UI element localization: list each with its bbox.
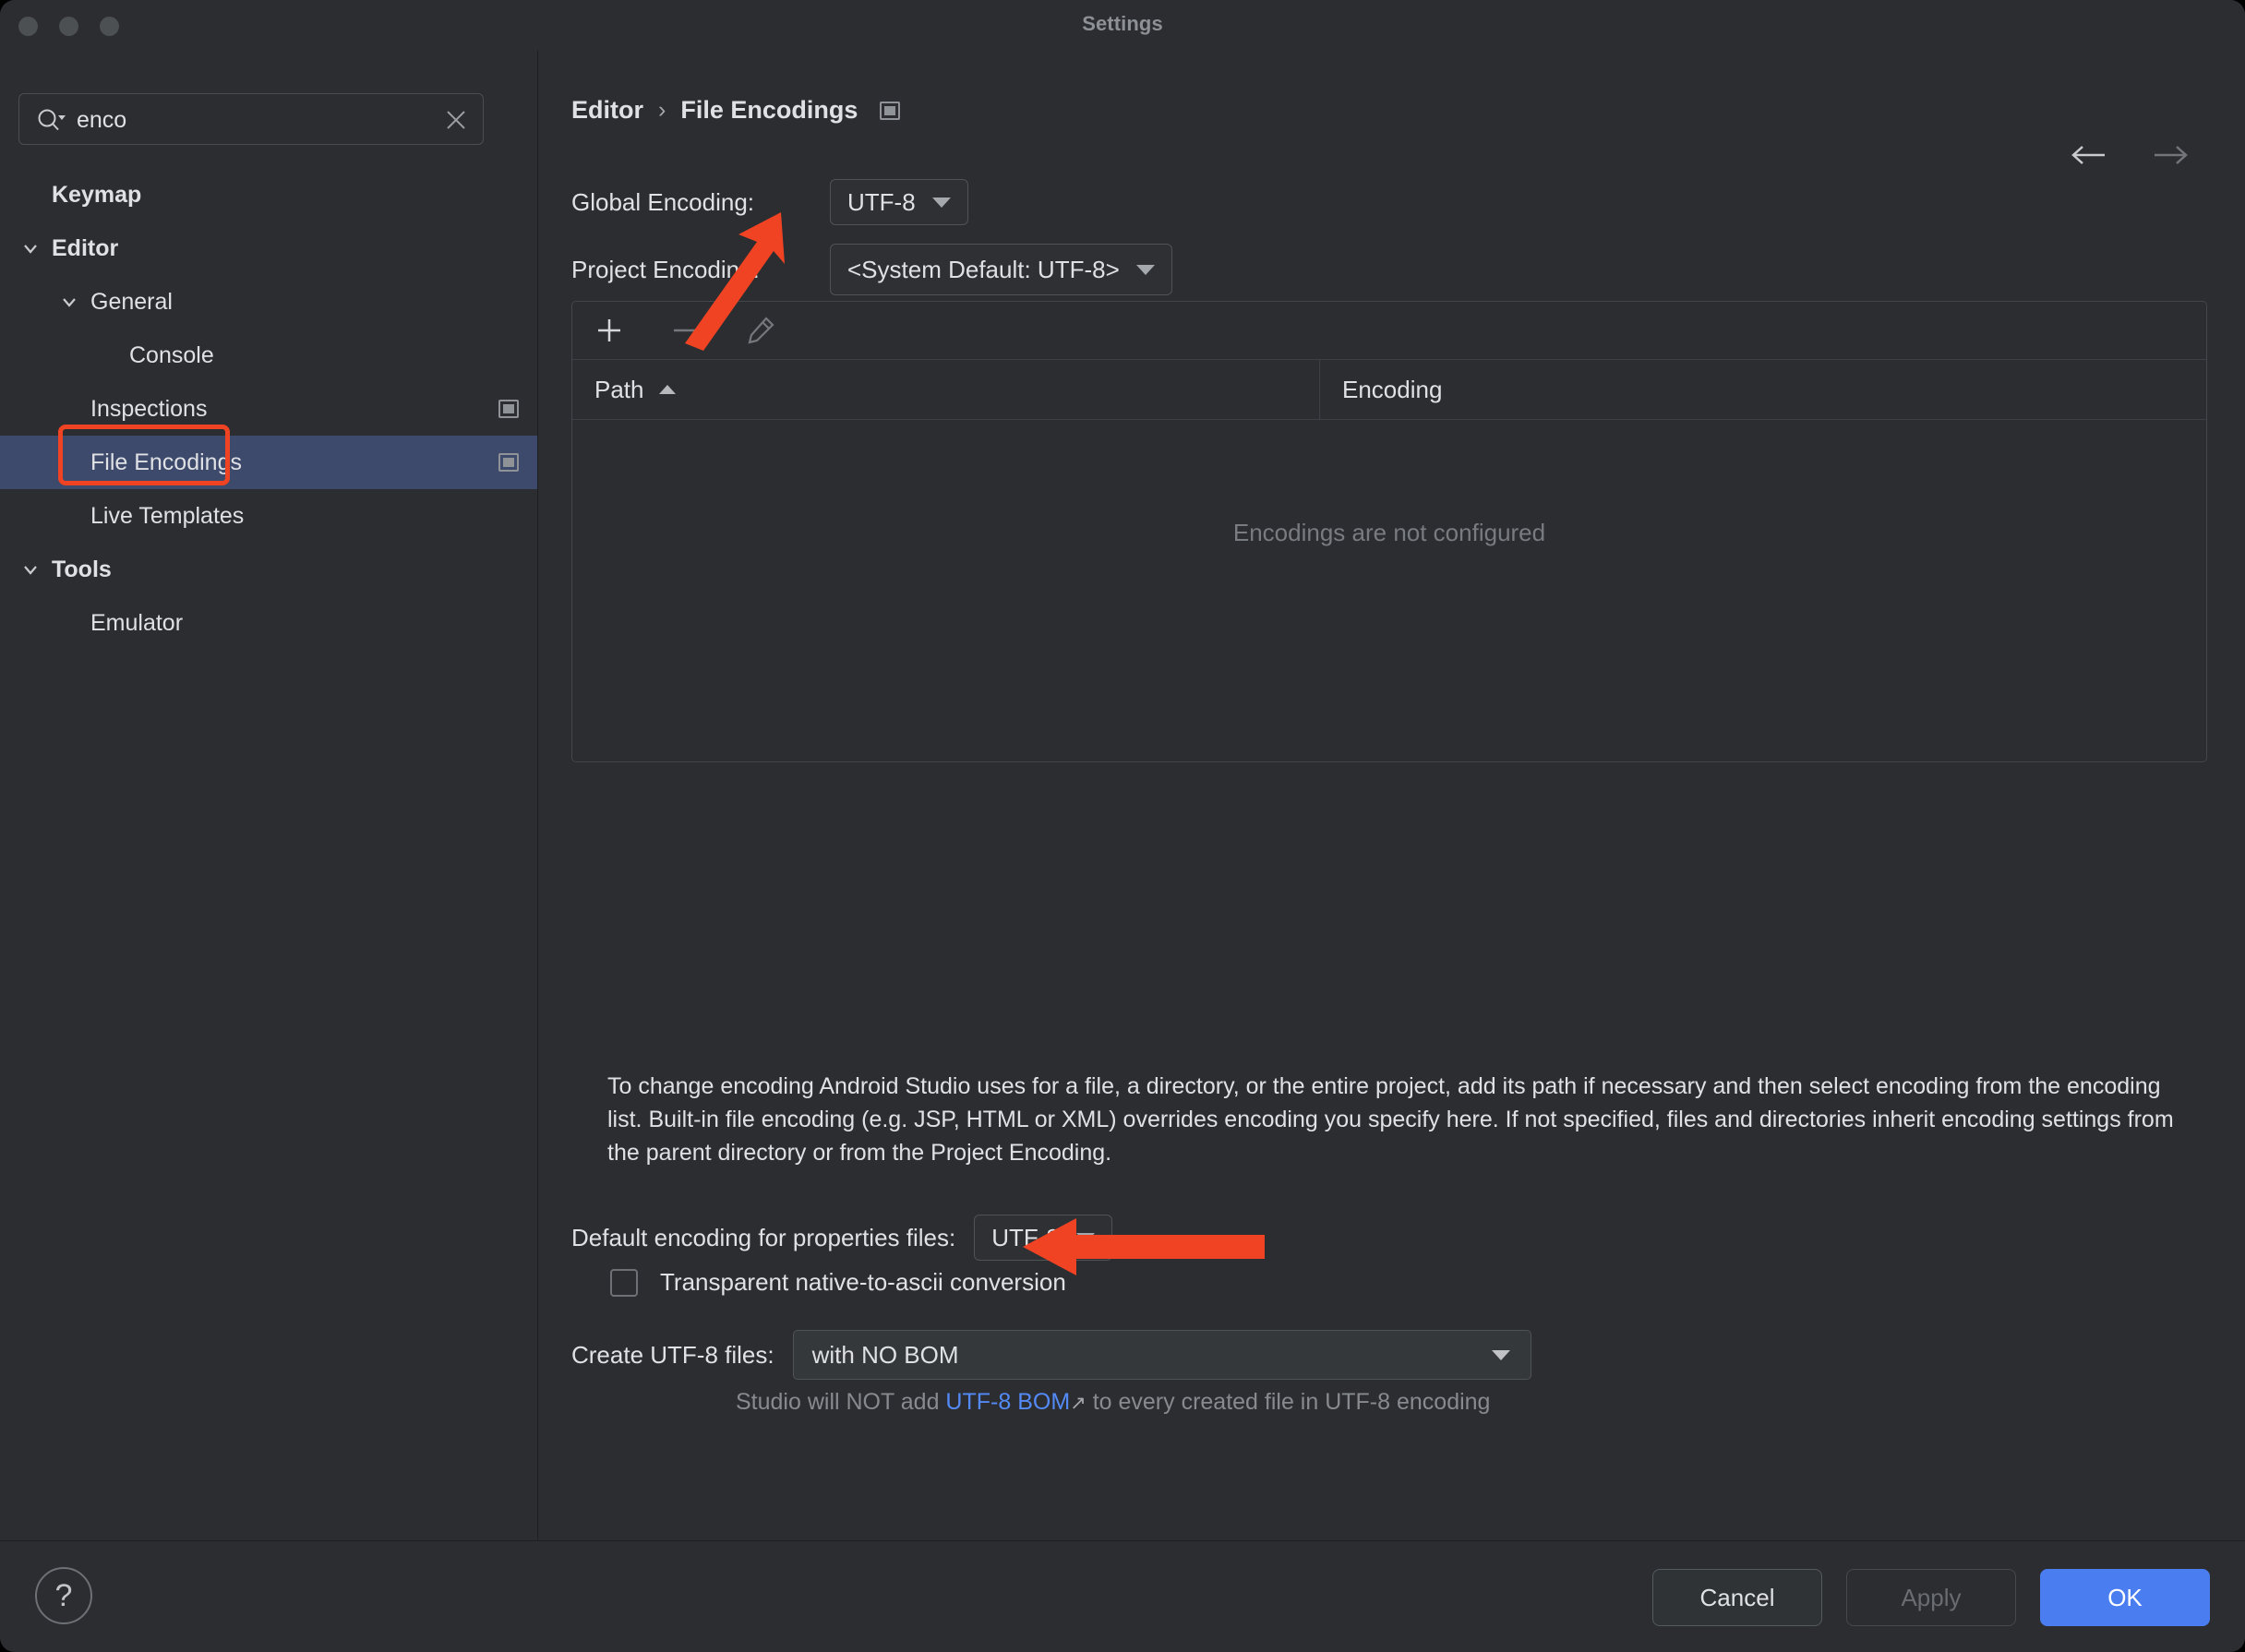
project-encoding-value: <System Default: UTF-8> xyxy=(847,255,1120,283)
column-header-encoding-label: Encoding xyxy=(1342,375,1443,403)
column-header-path-label: Path xyxy=(594,375,644,403)
remove-icon[interactable] xyxy=(668,314,702,347)
global-encoding-combo[interactable]: UTF-8 xyxy=(830,179,968,225)
bom-hint-prefix: Studio will NOT add xyxy=(736,1389,946,1415)
properties-encoding-label: Default encoding for properties files: xyxy=(571,1223,956,1251)
external-link-icon[interactable]: ↗ xyxy=(1070,1393,1086,1414)
chevron-down-icon[interactable] xyxy=(57,290,81,314)
sidebar-item-keymap[interactable]: Keymap xyxy=(0,168,537,221)
transparent-conversion-checkbox[interactable] xyxy=(610,1268,638,1297)
sidebar-item-label: File Encodings xyxy=(90,449,242,475)
sidebar-item-label: Tools xyxy=(52,556,112,582)
sidebar-item-emulator[interactable]: Emulator xyxy=(0,596,537,650)
global-encoding-value: UTF-8 xyxy=(847,187,916,216)
footer-actions: Cancel Apply OK xyxy=(1652,1569,2210,1626)
ok-button[interactable]: OK xyxy=(2040,1569,2210,1626)
window-title: Settings xyxy=(1082,12,1163,35)
settings-dialog: Settings Keymap Editor General Console Inspe… xyxy=(0,0,2245,1652)
sidebar-item-console[interactable]: Console xyxy=(0,329,537,382)
bom-hint: Studio will NOT add UTF-8 BOM↗ to every … xyxy=(736,1386,1530,1419)
sidebar-item-label: Live Templates xyxy=(90,502,245,529)
sidebar-item-live-templates[interactable]: Live Templates xyxy=(0,489,537,543)
sidebar-item-label: Emulator xyxy=(90,609,184,636)
properties-encoding-combo[interactable]: UTF-8 xyxy=(974,1215,1112,1261)
column-header-encoding[interactable]: Encoding xyxy=(1320,360,1442,419)
table-empty-message: Encodings are not configured xyxy=(1232,519,1546,546)
forward-arrow-icon[interactable] xyxy=(2151,142,2190,168)
table-toolbar xyxy=(572,302,2206,360)
cancel-button[interactable]: Cancel xyxy=(1652,1569,1822,1626)
settings-sidebar: Keymap Editor General Console Inspections Fil… xyxy=(0,50,538,1541)
sidebar-item-file-encodings[interactable]: File Encodings xyxy=(0,425,537,489)
help-button[interactable]: ? xyxy=(35,1567,92,1624)
sidebar-item-editor[interactable]: Editor xyxy=(0,221,537,275)
sidebar-item-tools[interactable]: Tools xyxy=(0,543,537,596)
sidebar-item-general[interactable]: General xyxy=(0,275,537,329)
create-utf8-label: Create UTF-8 files: xyxy=(571,1340,774,1369)
transparent-conversion-label: Transparent native-to-ascii conversion xyxy=(660,1268,1066,1296)
sidebar-item-label: Inspections xyxy=(90,395,208,422)
add-icon[interactable] xyxy=(593,314,626,347)
breadcrumb-separator: › xyxy=(658,97,666,123)
search-input[interactable] xyxy=(77,94,427,146)
project-encoding-label: Project Encoding: xyxy=(571,255,760,283)
sidebar-item-inspections[interactable]: Inspections xyxy=(0,382,537,436)
properties-encoding-row: Default encoding for properties files: U… xyxy=(571,1215,1112,1261)
encodings-table: Path Encoding Encodings are not configur… xyxy=(571,301,2207,762)
project-scope-icon xyxy=(880,101,901,120)
project-encoding-combo[interactable]: <System Default: UTF-8> xyxy=(830,244,1172,295)
sidebar-item-label: Console xyxy=(129,341,214,368)
search-field[interactable] xyxy=(18,93,484,146)
table-header-row: Path Encoding xyxy=(572,360,2206,420)
breadcrumb: Editor › File Encodings xyxy=(571,96,901,125)
sort-ascending-icon xyxy=(658,385,676,394)
search-icon[interactable] xyxy=(36,107,67,133)
chevron-down-icon xyxy=(931,197,951,208)
bom-hint-suffix: to every created file in UTF-8 encoding xyxy=(1086,1389,1491,1415)
settings-tree: Keymap Editor General Console Inspections Fil… xyxy=(0,168,537,650)
chevron-down-icon xyxy=(1135,264,1155,275)
transparent-conversion-row[interactable]: Transparent native-to-ascii conversion xyxy=(610,1268,1066,1297)
breadcrumb-current: File Encodings xyxy=(680,96,858,124)
create-utf8-row: Create UTF-8 files: with NO BOM xyxy=(571,1330,1531,1380)
utf8-bom-link[interactable]: UTF-8 BOM xyxy=(945,1389,1070,1415)
project-scope-icon xyxy=(498,453,519,472)
encodings-description: To change encoding Android Studio uses f… xyxy=(607,1073,2174,1166)
apply-button: Apply xyxy=(1846,1569,2016,1626)
global-encoding-row: Global Encoding: UTF-8 xyxy=(571,179,968,225)
edit-icon[interactable] xyxy=(744,314,777,347)
sidebar-item-label: Editor xyxy=(52,234,119,261)
global-encoding-label: Global Encoding: xyxy=(571,187,755,216)
chevron-down-icon[interactable] xyxy=(18,236,42,260)
project-encoding-row: Project Encoding: <System Default: UTF-8… xyxy=(571,244,1172,295)
chevron-down-icon xyxy=(1075,1232,1095,1243)
back-arrow-icon[interactable] xyxy=(2070,142,2108,168)
column-header-path[interactable]: Path xyxy=(572,360,1320,419)
project-scope-icon xyxy=(498,400,519,418)
properties-encoding-value: UTF-8 xyxy=(991,1223,1060,1251)
sidebar-item-label: General xyxy=(90,288,173,315)
create-utf8-combo[interactable]: with NO BOM xyxy=(792,1330,1531,1380)
navigation-arrows xyxy=(2070,142,2190,168)
chevron-down-icon xyxy=(1491,1349,1510,1360)
breadcrumb-parent[interactable]: Editor xyxy=(571,96,643,125)
create-utf8-value: with NO BOM xyxy=(811,1340,959,1369)
dialog-footer: ? Cancel Apply OK xyxy=(0,1540,2245,1652)
sidebar-item-label: Keymap xyxy=(52,181,142,208)
chevron-down-icon[interactable] xyxy=(18,557,42,581)
close-icon[interactable] xyxy=(444,108,468,132)
settings-content: Editor › File Encodings Global Encoding:… xyxy=(538,50,2245,1541)
title-bar: Settings xyxy=(0,0,2245,50)
